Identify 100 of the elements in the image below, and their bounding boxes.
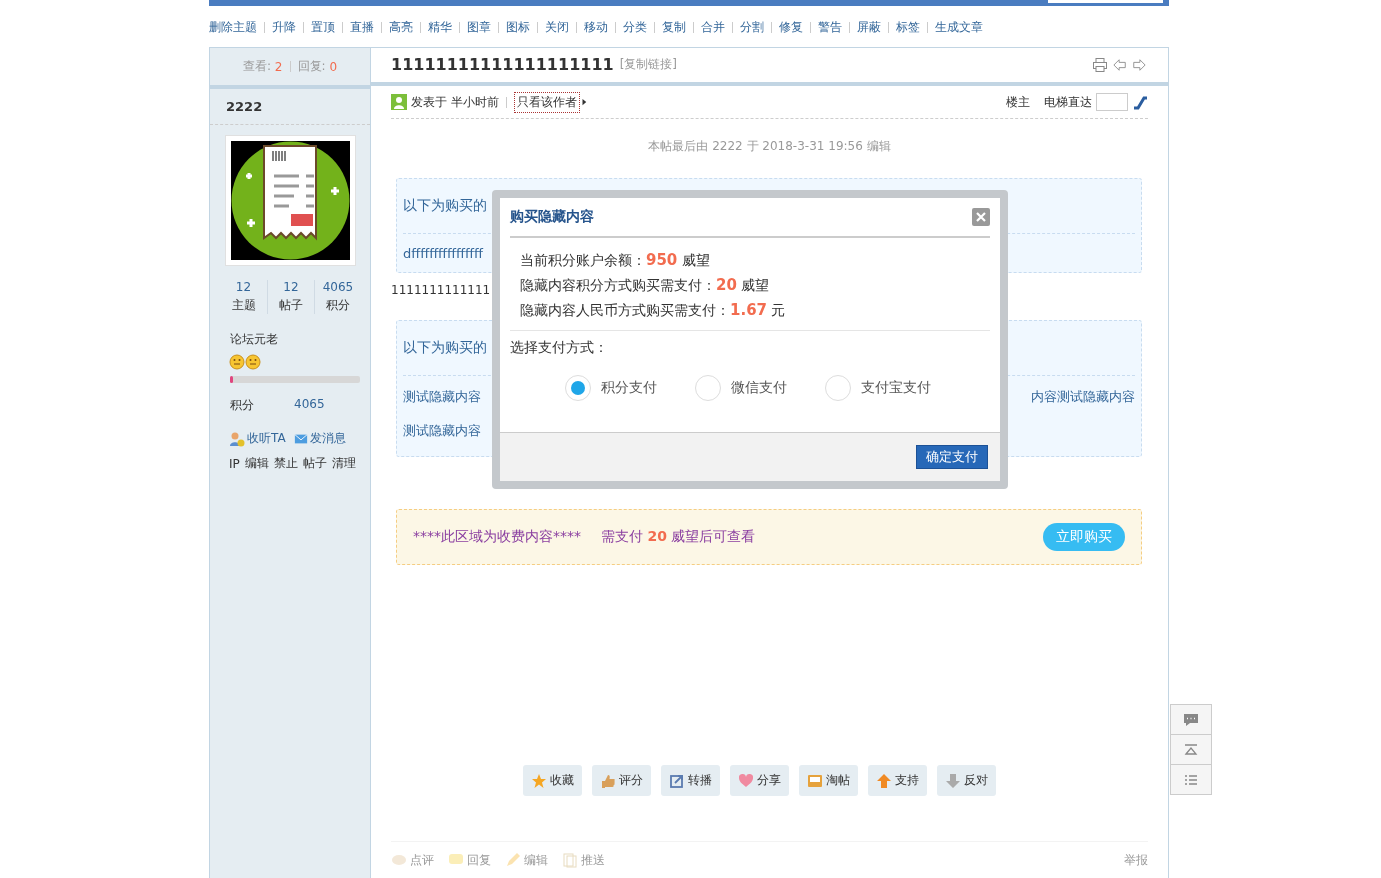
thread-title: 11111111111111111111 [391,55,614,75]
close-button[interactable] [972,208,990,226]
price-line: 隐藏内容积分方式购买需支付：20 威望 [520,276,771,295]
jump-label: 电梯直达 [1044,93,1092,111]
follow-link[interactable]: 收听TA [229,430,286,447]
post-time: 发表于 半小时前 [411,93,499,111]
moderation-link[interactable]: 屏蔽 [857,19,881,36]
payment-option[interactable]: 积分支付 [565,375,657,401]
back-to-top-button[interactable] [1170,734,1212,765]
stat-value[interactable]: 12 [283,280,299,294]
left-arrow-icon [1113,57,1127,72]
stat-value[interactable]: 4065 [322,280,354,294]
list-button[interactable] [1170,764,1212,795]
hidden-content-text: dffffffffffffffff [403,246,483,261]
hidden-content-heading: 以下为购买的 [403,197,487,216]
stat-label: 主题 [231,297,256,314]
moderation-link[interactable]: 图标 [506,19,530,36]
admin-link[interactable]: 禁止 [273,455,298,472]
price-line: 隐藏内容人民币方式购买需支付：1.67 元 [520,301,787,320]
moderation-link[interactable]: 合并 [701,19,725,36]
admin-link[interactable]: IP [229,456,240,471]
post-action-button[interactable]: 反对 [937,765,996,797]
message-link[interactable]: 发消息 [293,430,346,447]
share-icon [669,773,685,789]
admin-link[interactable]: 清理 [331,455,356,472]
admin-link[interactable]: 编辑 [244,455,269,472]
radio-button[interactable] [695,375,721,401]
post-text: 1111111111111 [391,283,491,298]
admin-link[interactable]: 帖子 [302,455,327,472]
moderation-link[interactable]: 移动 [584,19,608,36]
moderation-link[interactable]: 复制 [662,19,686,36]
hidden-content-text: 测试隐藏内容 [403,388,481,407]
moderation-link[interactable]: 标签 [896,19,920,36]
dialog-title: 购买隐藏内容 [510,208,594,226]
post-action-button[interactable]: 评分 [592,765,651,797]
moderation-link[interactable]: 修复 [779,19,803,36]
tray-icon [807,773,823,789]
floor-label: 楼主 [1006,93,1030,111]
floor-input[interactable] [1096,93,1128,112]
moderation-link[interactable]: 升降 [272,19,296,36]
document-icon [562,852,578,869]
avatar[interactable] [225,135,356,266]
replies-count: 0 [329,59,337,74]
moderation-link[interactable]: 置顶 [311,19,335,36]
moderation-link[interactable]: 关闭 [545,19,569,36]
hidden-content-text: 测试隐藏内容 [403,422,481,441]
up-arrow-icon [876,773,892,789]
radio-button[interactable] [825,375,851,401]
post-action-button[interactable]: 淘帖 [799,765,858,797]
hidden-content-text: 内容测试隐藏内容 [1031,388,1135,407]
smiley-icon [245,354,261,370]
stat-label: 帖子 [279,297,303,314]
moderation-link[interactable]: 警告 [818,19,842,36]
moderation-link[interactable]: 图章 [467,19,491,36]
moderation-link[interactable]: 高亮 [389,19,413,36]
credits-label: 积分 [230,397,254,414]
post-action-button[interactable]: 分享 [730,765,789,797]
views-label: 查看: [243,58,272,75]
print-icon [1092,56,1108,73]
hidden-content-heading: 以下为购买的 [403,339,487,358]
right-arrow-icon [1132,57,1146,72]
heart-icon [738,773,754,789]
views-count: 2 [274,59,283,74]
moderation-link[interactable]: 直播 [350,19,374,36]
envelope-icon [293,431,308,446]
down-arrow-icon [945,773,961,789]
only-author-link[interactable]: 只看该作者 [513,91,580,113]
user-rank: 论坛元老 [230,331,279,348]
moderation-link[interactable]: 分割 [740,19,764,36]
moderation-link[interactable]: 精华 [428,19,452,36]
payment-option[interactable]: 支付宝支付 [825,375,931,401]
comment-button[interactable] [1170,704,1212,735]
stat-label: 积分 [326,297,350,314]
close-icon [976,212,986,222]
paid-area-label: ****此区域为收费内容**** [413,528,581,547]
post-action-button[interactable]: 收藏 [523,765,582,797]
user-icon [391,94,407,111]
chat-bubble-icon [1183,711,1199,728]
moderation-link[interactable]: 分类 [623,19,647,36]
credits-value[interactable]: 4065 [294,397,325,414]
smiley-icon [229,354,245,370]
star-icon [531,773,547,789]
moderation-link[interactable]: 删除主题 [209,19,257,36]
post-action-button[interactable]: 支持 [868,765,927,797]
replies-label: 回复: [297,58,326,75]
confirm-payment-button[interactable]: 确定支付 [916,445,988,469]
payment-method-label: 选择支付方式： [510,339,609,357]
payment-option[interactable]: 微信支付 [695,375,787,401]
user-add-icon [229,430,245,447]
stat-value[interactable]: 12 [235,280,252,294]
thumbs-up-icon [600,773,616,789]
edit-note: 本帖最后由 2222 于 2018-3-31 19:56 编辑 [647,138,892,156]
author-name[interactable]: 2222 [226,99,263,114]
post-action-button[interactable]: 转播 [661,765,720,797]
up-chevron-icon [1183,741,1199,758]
escalator-icon [1132,94,1148,111]
moderation-link[interactable]: 生成文章 [935,19,983,36]
radio-button[interactable] [565,375,591,401]
paid-price-text: 需支付 20 威望后可查看 [601,528,756,547]
pencil-icon [505,852,521,869]
